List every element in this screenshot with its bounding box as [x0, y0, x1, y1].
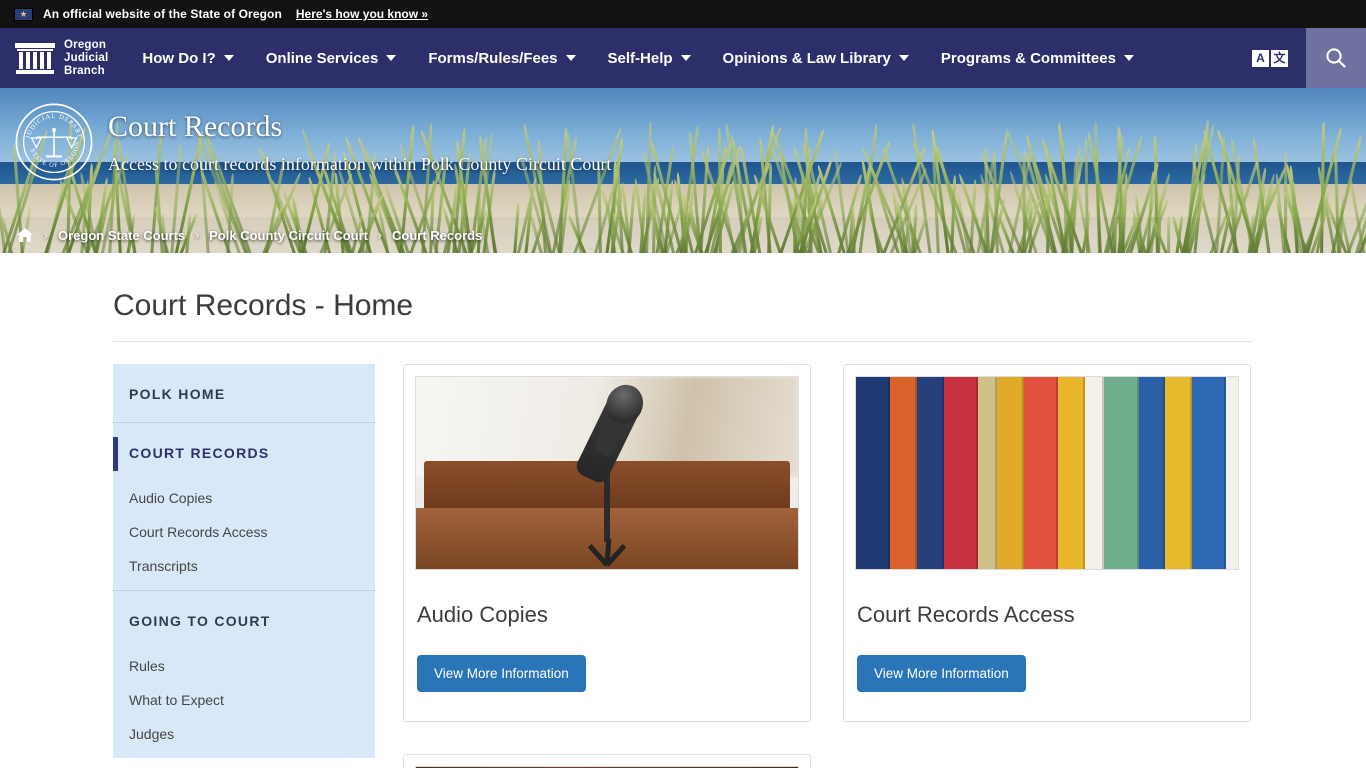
- sidebar-link-audio-copies[interactable]: Audio Copies: [113, 481, 375, 515]
- logo-line-2: Judicial: [64, 52, 108, 65]
- breadcrumb-item-polk-county-circuit-court[interactable]: Polk County Circuit Court: [209, 228, 368, 243]
- main-navigation-bar: Oregon Judicial Branch How Do I? Online …: [0, 28, 1366, 88]
- hero-subtitle: Access to court records information with…: [108, 154, 611, 175]
- official-banner-text: An official website of the State of Oreg…: [43, 7, 282, 21]
- nav-item-label: How Do I?: [142, 50, 215, 67]
- nav-item-opinions-law-library[interactable]: Opinions & Law Library: [707, 28, 925, 88]
- translate-cjk-glyph: 文: [1271, 50, 1288, 67]
- colored-file-folders-image: [855, 376, 1239, 570]
- page-title: Court Records - Home: [113, 289, 1253, 342]
- nav-item-label: Programs & Committees: [941, 50, 1116, 67]
- sidebar-item-court-records[interactable]: COURT RECORDS: [113, 423, 375, 481]
- chevron-down-icon: [566, 55, 576, 61]
- card-third-partial[interactable]: [403, 754, 811, 768]
- nav-item-label: Online Services: [266, 50, 379, 67]
- nav-item-label: Opinions & Law Library: [723, 50, 891, 67]
- nav-item-programs-committees[interactable]: Programs & Committees: [925, 28, 1150, 88]
- view-more-information-button[interactable]: View More Information: [417, 655, 586, 692]
- sidebar-link-judges[interactable]: Judges: [113, 717, 375, 758]
- page-hero-banner: JUDICIAL DEPARTMENT STATE OF OREGON Cour…: [0, 88, 1366, 253]
- left-sidebar-navigation: POLK HOME COURT RECORDS Audio Copies Cou…: [113, 364, 375, 758]
- logo-line-1: Oregon: [64, 39, 108, 52]
- card-court-records-access[interactable]: Court Records Access View More Informati…: [843, 364, 1251, 722]
- card-audio-copies[interactable]: Audio Copies View More Information: [403, 364, 811, 722]
- breadcrumb-item-oregon-state-courts[interactable]: Oregon State Courts: [58, 228, 185, 243]
- breadcrumb-home-link[interactable]: [16, 227, 34, 243]
- sidebar-link-rules[interactable]: Rules: [113, 649, 375, 683]
- oregon-flag-icon: [14, 8, 33, 21]
- oregon-judicial-department-seal: JUDICIAL DEPARTMENT STATE OF OREGON: [14, 102, 94, 182]
- breadcrumb-separator: ›: [378, 228, 382, 242]
- nav-item-self-help[interactable]: Self-Help: [592, 28, 707, 88]
- breadcrumb-separator: ›: [195, 228, 199, 242]
- nav-item-forms-rules-fees[interactable]: Forms/Rules/Fees: [412, 28, 591, 88]
- sidebar-group-court-records: COURT RECORDS Audio Copies Court Records…: [113, 422, 375, 590]
- sidebar-link-court-records-access[interactable]: Court Records Access: [113, 515, 375, 549]
- sidebar-item-going-to-court[interactable]: GOING TO COURT: [113, 591, 375, 649]
- heres-how-you-know-link[interactable]: Here's how you know »: [296, 7, 428, 21]
- nav-item-how-do-i[interactable]: How Do I?: [126, 28, 249, 88]
- search-icon: [1324, 46, 1348, 70]
- sidebar-item-polk-home[interactable]: POLK HOME: [113, 364, 375, 422]
- view-more-information-button[interactable]: View More Information: [857, 655, 1026, 692]
- oregon-judicial-branch-logo[interactable]: Oregon Judicial Branch: [0, 28, 126, 88]
- breadcrumb-separator: ›: [44, 228, 48, 242]
- breadcrumb-item-court-records[interactable]: Court Records: [392, 228, 482, 243]
- nav-item-label: Forms/Rules/Fees: [428, 50, 557, 67]
- chevron-down-icon: [1124, 55, 1134, 61]
- breadcrumb: › Oregon State Courts › Polk County Circ…: [0, 217, 1366, 253]
- card-title: Court Records Access: [857, 602, 1239, 628]
- page-body: Court Records - Home POLK HOME COURT REC…: [0, 253, 1366, 768]
- nav-item-label: Self-Help: [608, 50, 673, 67]
- microphone-on-witness-stand-image: [415, 376, 799, 570]
- chevron-down-icon: [224, 55, 234, 61]
- nav-menu: How Do I? Online Services Forms/Rules/Fe…: [126, 28, 1252, 88]
- courthouse-columns-icon: [14, 41, 56, 75]
- card-title: Audio Copies: [417, 602, 799, 628]
- hero-title: Court Records: [108, 110, 611, 144]
- sidebar-link-what-to-expect[interactable]: What to Expect: [113, 683, 375, 717]
- sidebar-link-transcripts[interactable]: Transcripts: [113, 549, 375, 590]
- chevron-down-icon: [681, 55, 691, 61]
- sidebar-group-going-to-court: GOING TO COURT Rules What to Expect Judg…: [113, 590, 375, 758]
- nav-utilities: A 文: [1252, 28, 1366, 88]
- sidebar-group-polk-home: POLK HOME: [113, 364, 375, 422]
- search-button[interactable]: [1306, 28, 1366, 88]
- official-state-banner: An official website of the State of Oreg…: [0, 0, 1366, 28]
- nav-item-online-services[interactable]: Online Services: [250, 28, 413, 88]
- chevron-down-icon: [386, 55, 396, 61]
- logo-line-3: Branch: [64, 65, 108, 78]
- card-grid: Audio Copies View More Information Court…: [403, 364, 1253, 768]
- chevron-down-icon: [899, 55, 909, 61]
- home-icon: [16, 227, 34, 243]
- translate-latin-glyph: A: [1252, 50, 1269, 67]
- translate-icon[interactable]: A 文: [1252, 50, 1288, 67]
